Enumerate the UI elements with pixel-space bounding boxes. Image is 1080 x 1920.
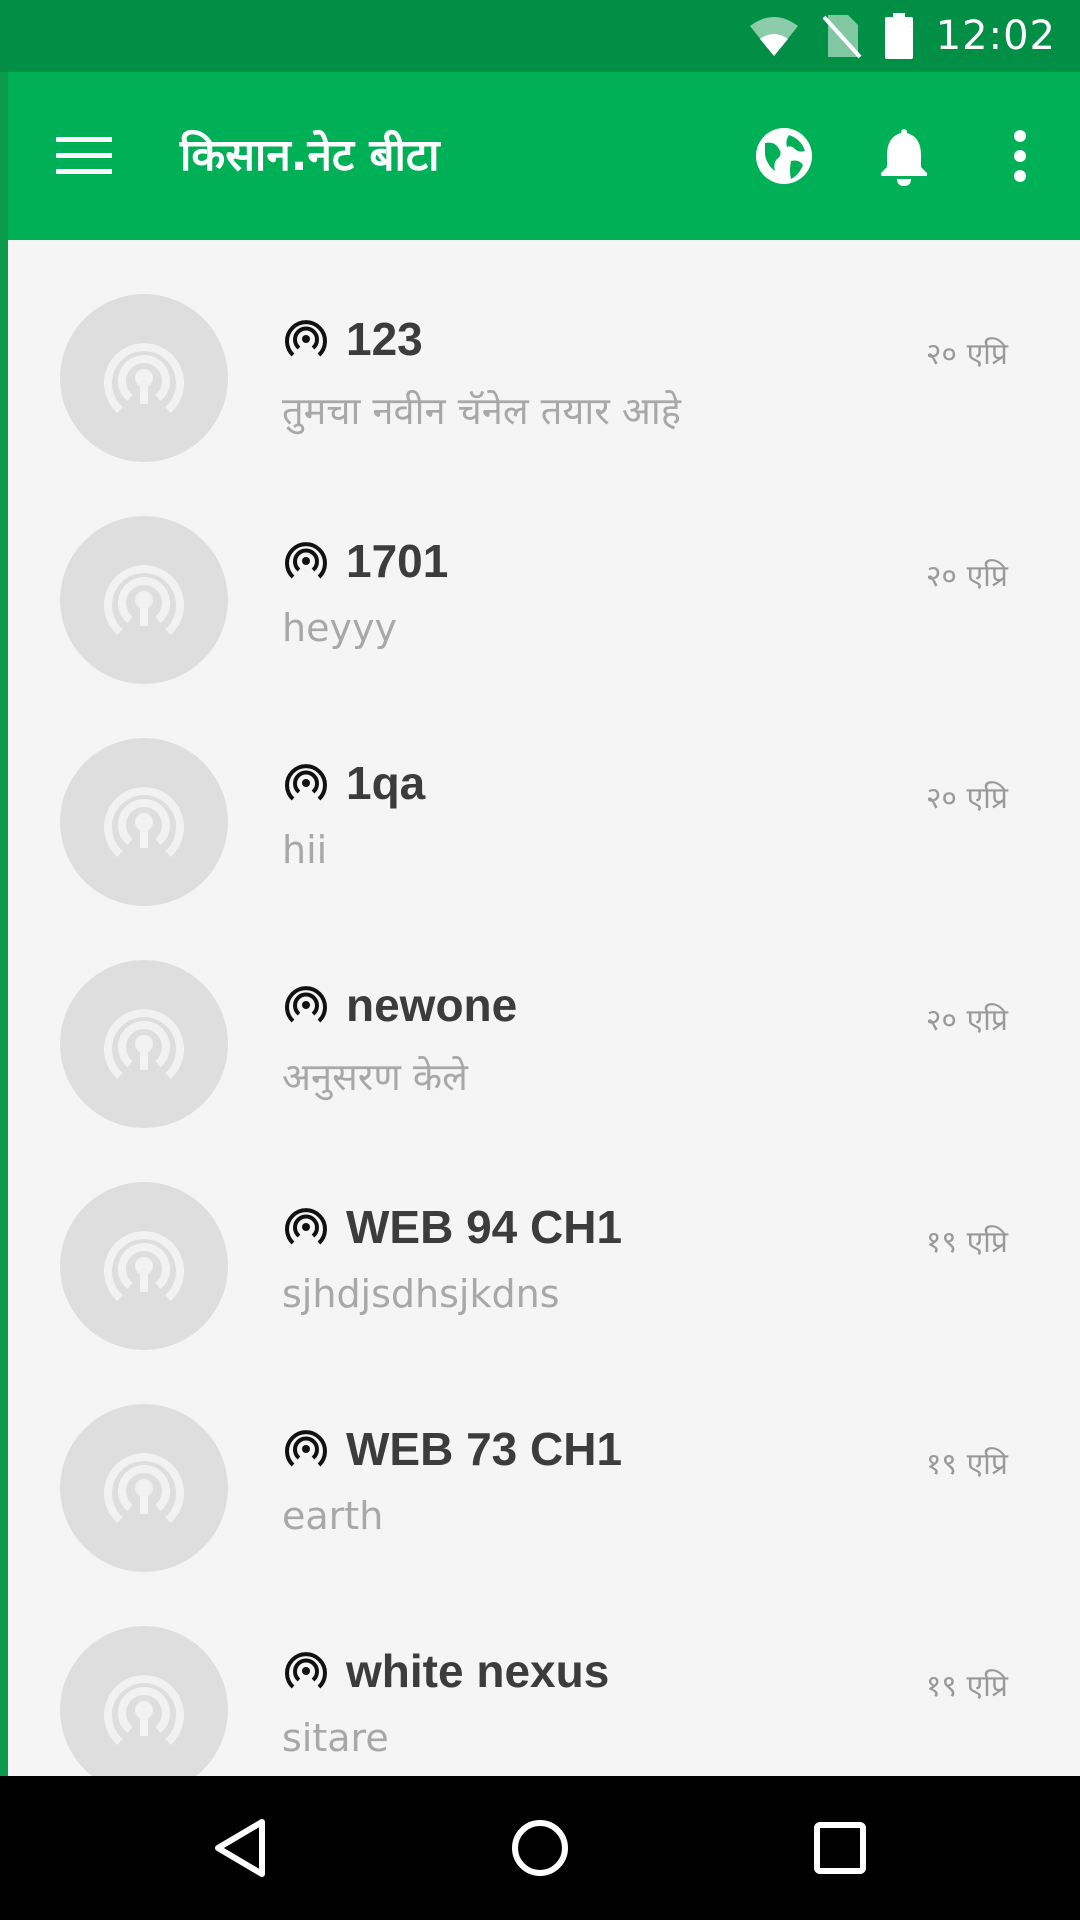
broadcast-channel-icon	[282, 537, 330, 585]
channel-avatar	[60, 1182, 228, 1350]
channel-avatar	[60, 516, 228, 684]
channel-list: 123 तुमचा नवीन चॅनेल तयार आहे २० एप्रि 1…	[8, 240, 1080, 1776]
broadcast-channel-icon	[282, 1425, 330, 1473]
channel-name: 1qa	[346, 757, 426, 809]
list-item[interactable]: WEB 94 CH1 sjhdjsdhsjkdns १९ एप्रि	[8, 1128, 1080, 1350]
app-title: किसान.नेट बीटा	[180, 130, 440, 181]
channel-date: २० एप्रि	[925, 1003, 1008, 1038]
broadcast-channel-icon	[282, 315, 330, 363]
list-item[interactable]: WEB 73 CH1 earth १९ एप्रि	[8, 1350, 1080, 1572]
back-icon[interactable]	[180, 1800, 300, 1896]
list-item[interactable]: 1qa hii २० एप्रि	[8, 684, 1080, 906]
broadcast-channel-icon	[282, 1203, 330, 1251]
channel-avatar	[60, 960, 228, 1128]
channel-last-message: sitare	[282, 1716, 389, 1760]
more-vert-icon[interactable]	[984, 124, 1056, 188]
channel-date: २० एप्रि	[925, 559, 1008, 594]
globe-icon[interactable]	[748, 124, 820, 188]
channel-name: newone	[346, 979, 518, 1031]
channel-name: white nexus	[346, 1645, 610, 1697]
channel-avatar	[60, 294, 228, 462]
channel-date: १९ एप्रि	[925, 1225, 1008, 1260]
broadcast-channel-icon	[282, 1647, 330, 1695]
channel-name: 123	[346, 313, 423, 365]
channel-last-message: hii	[282, 828, 328, 872]
channel-last-message: heyyy	[282, 606, 397, 650]
channel-avatar	[60, 1626, 228, 1776]
channel-date: २० एप्रि	[925, 781, 1008, 816]
channel-last-message: sjhdjsdhsjkdns	[282, 1272, 560, 1316]
system-nav-bar	[0, 1776, 1080, 1920]
channel-date: १९ एप्रि	[925, 1669, 1008, 1704]
list-item[interactable]: 123 तुमचा नवीन चॅनेल तयार आहे २० एप्रि	[8, 240, 1080, 462]
hamburger-menu-icon[interactable]	[48, 124, 120, 188]
home-icon[interactable]	[480, 1800, 600, 1896]
channel-date: २० एप्रि	[925, 337, 1008, 372]
app-window: किसान.नेट बीटा 123 तुमचा नवीन चॅनेल तयार…	[8, 72, 1080, 1776]
channel-date: १९ एप्रि	[925, 1447, 1008, 1482]
channel-avatar	[60, 738, 228, 906]
channel-last-message: तुमचा नवीन चॅनेल तयार आहे	[282, 389, 681, 433]
channel-avatar	[60, 1404, 228, 1572]
status-time: 12:02	[935, 13, 1056, 59]
list-item[interactable]: newone अनुसरण केले २० एप्रि	[8, 906, 1080, 1128]
list-item[interactable]: white nexus sitare १९ एप्रि	[8, 1572, 1080, 1776]
battery-icon	[884, 13, 914, 59]
channel-name: WEB 94 CH1	[346, 1201, 623, 1253]
broadcast-channel-icon	[282, 759, 330, 807]
no-sim-icon	[822, 13, 862, 59]
channel-last-message: earth	[282, 1494, 384, 1538]
channel-name: 1701	[346, 535, 449, 587]
recents-icon[interactable]	[780, 1800, 900, 1896]
wifi-icon	[748, 14, 800, 58]
status-bar: 12:02	[0, 0, 1080, 72]
broadcast-channel-icon	[282, 981, 330, 1029]
app-bar: किसान.नेट बीटा	[8, 72, 1080, 240]
channel-name: WEB 73 CH1	[346, 1423, 623, 1475]
channel-last-message: अनुसरण केले	[282, 1055, 468, 1099]
notification-bell-icon[interactable]	[868, 124, 940, 188]
list-item[interactable]: 1701 heyyy २० एप्रि	[8, 462, 1080, 684]
